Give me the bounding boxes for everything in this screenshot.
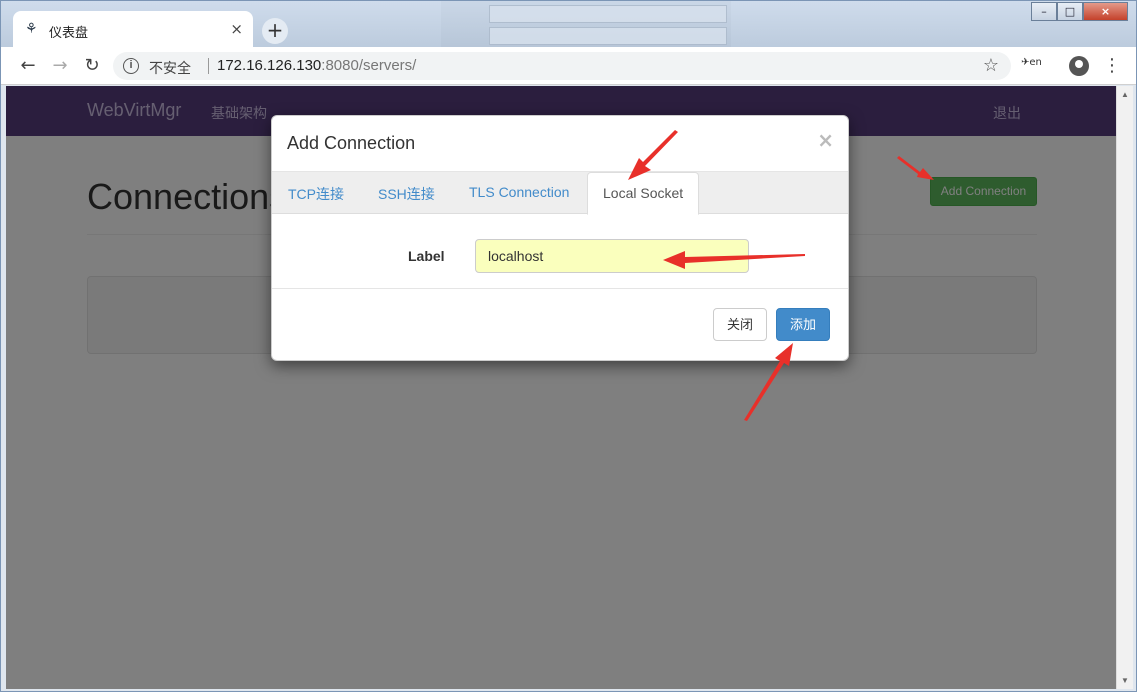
close-button[interactable]: 关闭 — [713, 308, 767, 341]
new-tab-button[interactable]: + — [262, 18, 288, 44]
back-arrow-icon[interactable]: ← — [17, 55, 39, 77]
background-window-ghost — [441, 1, 731, 47]
address-bar[interactable]: i 不安全 172.16.126.130:8080/servers/ ☆ — [113, 52, 1011, 80]
add-button[interactable]: 添加 — [776, 308, 830, 341]
bookmark-star-icon[interactable]: ☆ — [983, 55, 999, 76]
modal-title: Add Connection — [287, 133, 416, 153]
window-controls: – □ × — [1031, 2, 1128, 22]
extension-icon[interactable]: ✈en — [1021, 57, 1043, 77]
forward-arrow-icon[interactable]: → — [49, 55, 71, 77]
scroll-up-icon[interactable]: ▲ — [1117, 86, 1133, 103]
webvirtmgr-favicon-icon: ⚘ — [25, 21, 38, 37]
browser-tab[interactable]: ⚘ 仪表盘 × — [13, 11, 253, 47]
page-scrollbar[interactable]: ▲ ▼ — [1116, 86, 1133, 689]
add-connection-modal: Add Connection × TCP连接 SSH连接 TLS Connect… — [271, 115, 849, 361]
security-label[interactable]: 不安全 — [149, 58, 191, 78]
title-bar: ⚘ 仪表盘 × + – □ × — [1, 1, 1136, 47]
modal-close-icon[interactable]: × — [817, 128, 834, 152]
info-icon[interactable]: i — [123, 58, 139, 74]
window-close-button[interactable]: × — [1083, 2, 1128, 21]
tab-ssh[interactable]: SSH连接 — [378, 184, 435, 204]
tab-tls[interactable]: TLS Connection — [469, 184, 569, 200]
divider — [208, 58, 209, 74]
connection-type-tabs: TCP连接 SSH连接 TLS Connection Local Socket — [272, 171, 848, 215]
scroll-down-icon[interactable]: ▼ — [1117, 672, 1133, 689]
tab-close-icon[interactable]: × — [230, 20, 243, 38]
tab-local-socket[interactable]: Local Socket — [587, 172, 700, 215]
url-path: :8080/servers/ — [321, 57, 417, 74]
reload-icon[interactable]: ↻ — [81, 55, 103, 77]
label-input[interactable] — [475, 239, 749, 273]
label-field-label: Label — [408, 248, 445, 264]
divider — [272, 288, 848, 289]
url-text[interactable]: 172.16.126.130:8080/servers/ — [217, 57, 416, 74]
ghost-field — [489, 5, 727, 23]
url-host: 172.16.126.130 — [217, 57, 322, 74]
tab-title: 仪表盘 — [49, 25, 89, 40]
browser-menu-icon[interactable]: ⋮ — [1103, 55, 1121, 76]
minimize-button[interactable]: – — [1031, 2, 1057, 21]
maximize-button[interactable]: □ — [1057, 2, 1083, 21]
account-icon[interactable] — [1069, 56, 1089, 76]
tab-tcp[interactable]: TCP连接 — [288, 184, 344, 204]
ghost-field — [489, 27, 727, 45]
browser-toolbar: ← → ↻ i 不安全 172.16.126.130:8080/servers/… — [1, 47, 1136, 85]
